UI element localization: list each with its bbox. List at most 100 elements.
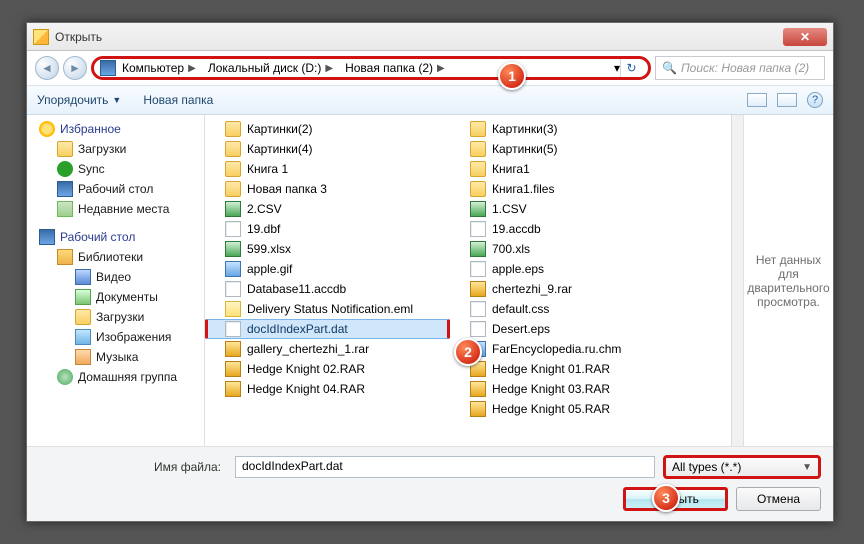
toolbar: Упорядочить ▼ Новая папка ? (27, 85, 833, 115)
sidebar-item[interactable]: Недавние места (35, 199, 204, 219)
sidebar-favorites[interactable]: Избранное (35, 119, 204, 139)
folder-icon (225, 141, 241, 157)
bottom-panel: Имя файла: docIdIndexPart.dat All types … (27, 447, 833, 521)
file-label: Книга 1 (247, 162, 288, 176)
page-icon (470, 301, 486, 317)
pic-icon (75, 329, 91, 345)
file-item[interactable]: docIdIndexPart.dat (205, 319, 450, 339)
file-item[interactable]: Картинки(5) (450, 139, 695, 159)
page-icon (470, 261, 486, 277)
sidebar-item[interactable]: Изображения (35, 327, 204, 347)
file-item[interactable]: chertezhi_9.rar (450, 279, 695, 299)
file-item[interactable]: Hedge Knight 03.RAR (450, 379, 695, 399)
gif-icon (225, 261, 241, 277)
sidebar-item[interactable]: Загрузки (35, 139, 204, 159)
filename-label: Имя файла: (39, 460, 227, 474)
sidebar-item-label: Изображения (96, 330, 171, 344)
file-item[interactable]: Delivery Status Notification.eml (205, 299, 450, 319)
cancel-button[interactable]: Отмена (736, 487, 821, 511)
chevron-right-icon: ▶ (188, 63, 196, 74)
arrow-right-icon: ► (69, 61, 81, 75)
folder-icon (57, 141, 73, 157)
sidebar-item-label: Загрузки (96, 310, 144, 324)
rar-icon (225, 361, 241, 377)
rar-icon (470, 281, 486, 297)
filename-input[interactable]: docIdIndexPart.dat (235, 456, 655, 478)
file-item[interactable]: Книга1.files (450, 179, 695, 199)
file-label: 19.accdb (492, 222, 541, 236)
nav-back-button[interactable]: ◄ (35, 56, 59, 80)
file-label: apple.eps (492, 262, 544, 276)
sidebar-item[interactable]: Документы (35, 287, 204, 307)
annotation-3: 3 (652, 484, 680, 512)
sidebar-item[interactable]: Библиотеки (35, 247, 204, 267)
file-item[interactable]: Hedge Knight 04.RAR (205, 379, 450, 399)
refresh-button[interactable]: ↻ (620, 59, 642, 77)
page-icon (225, 281, 241, 297)
file-label: 599.xlsx (247, 242, 291, 256)
sidebar-item-label: Рабочий стол (78, 182, 153, 196)
breadcrumb: Компьютер▶ (116, 59, 202, 77)
folder-icon (225, 121, 241, 137)
page-icon (225, 321, 241, 337)
file-item[interactable]: 599.xlsx (205, 239, 450, 259)
new-folder-button[interactable]: Новая папка (143, 93, 213, 107)
sidebar-item[interactable]: Sync (35, 159, 204, 179)
file-label: 700.xls (492, 242, 530, 256)
folder-icon (225, 181, 241, 197)
help-button[interactable]: ? (807, 92, 823, 108)
sidebar-item[interactable]: Рабочий стол (35, 179, 204, 199)
file-item[interactable]: apple.eps (450, 259, 695, 279)
file-label: Книга1 (492, 162, 530, 176)
file-item[interactable]: 2.CSV (205, 199, 450, 219)
chevron-down-icon: ▼ (112, 95, 121, 105)
recent-icon (57, 201, 73, 217)
close-icon: ✕ (800, 30, 810, 44)
open-dialog: Открыть ✕ ◄ ► Компьютер▶ Локальный диск … (26, 22, 834, 522)
close-button[interactable]: ✕ (783, 28, 827, 46)
file-item[interactable]: Картинки(3) (450, 119, 695, 139)
file-item[interactable]: Database11.accdb (205, 279, 450, 299)
folder-icon (470, 181, 486, 197)
organize-menu[interactable]: Упорядочить ▼ (37, 93, 121, 107)
sidebar-desktop[interactable]: Рабочий стол (35, 227, 204, 247)
breadcrumb: Новая папка (2)▶ (339, 59, 451, 77)
file-item[interactable]: Hedge Knight 05.RAR (450, 399, 695, 419)
file-item[interactable]: default.css (450, 299, 695, 319)
file-item[interactable]: gallery_chertezhi_1.rar (205, 339, 450, 359)
sidebar-item[interactable]: Домашняя группа (35, 367, 204, 387)
search-input[interactable]: 🔍 Поиск: Новая папка (2) (655, 56, 825, 80)
scrollbar[interactable] (731, 115, 743, 446)
sidebar-item[interactable]: Музыка (35, 347, 204, 367)
grp-icon (57, 369, 73, 385)
file-item[interactable]: 19.dbf (205, 219, 450, 239)
file-item[interactable]: Hedge Knight 02.RAR (205, 359, 450, 379)
sidebar-item[interactable]: Загрузки (35, 307, 204, 327)
filetype-combo[interactable]: All types (*.*)▼ (663, 455, 821, 479)
file-item[interactable]: FarEncyclopedia.ru.chm (450, 339, 695, 359)
file-label: Картинки(2) (247, 122, 313, 136)
nav-forward-button[interactable]: ► (63, 56, 87, 80)
file-item[interactable]: Картинки(2) (205, 119, 450, 139)
file-item[interactable]: Книга 1 (205, 159, 450, 179)
file-item[interactable]: Новая папка 3 (205, 179, 450, 199)
address-bar[interactable]: Компьютер▶ Локальный диск (D:)▶ Новая па… (91, 56, 651, 80)
sidebar-item[interactable]: Видео (35, 267, 204, 287)
star-icon (39, 121, 55, 137)
file-item[interactable]: apple.gif (205, 259, 450, 279)
view-mode-button[interactable] (747, 93, 767, 107)
app-icon (33, 29, 49, 45)
file-item[interactable]: Hedge Knight 01.RAR (450, 359, 695, 379)
file-item[interactable]: 700.xls (450, 239, 695, 259)
sidebar-item-label: Домашняя группа (78, 370, 177, 384)
file-item[interactable]: Книга1 (450, 159, 695, 179)
eml-icon (225, 301, 241, 317)
file-label: gallery_chertezhi_1.rar (247, 342, 369, 356)
preview-pane-button[interactable] (777, 93, 797, 107)
file-item[interactable]: 1.CSV (450, 199, 695, 219)
file-item[interactable]: Desert.eps (450, 319, 695, 339)
file-item[interactable]: 19.accdb (450, 219, 695, 239)
file-label: Картинки(4) (247, 142, 313, 156)
file-item[interactable]: Картинки(4) (205, 139, 450, 159)
file-label: Delivery Status Notification.eml (247, 302, 413, 316)
